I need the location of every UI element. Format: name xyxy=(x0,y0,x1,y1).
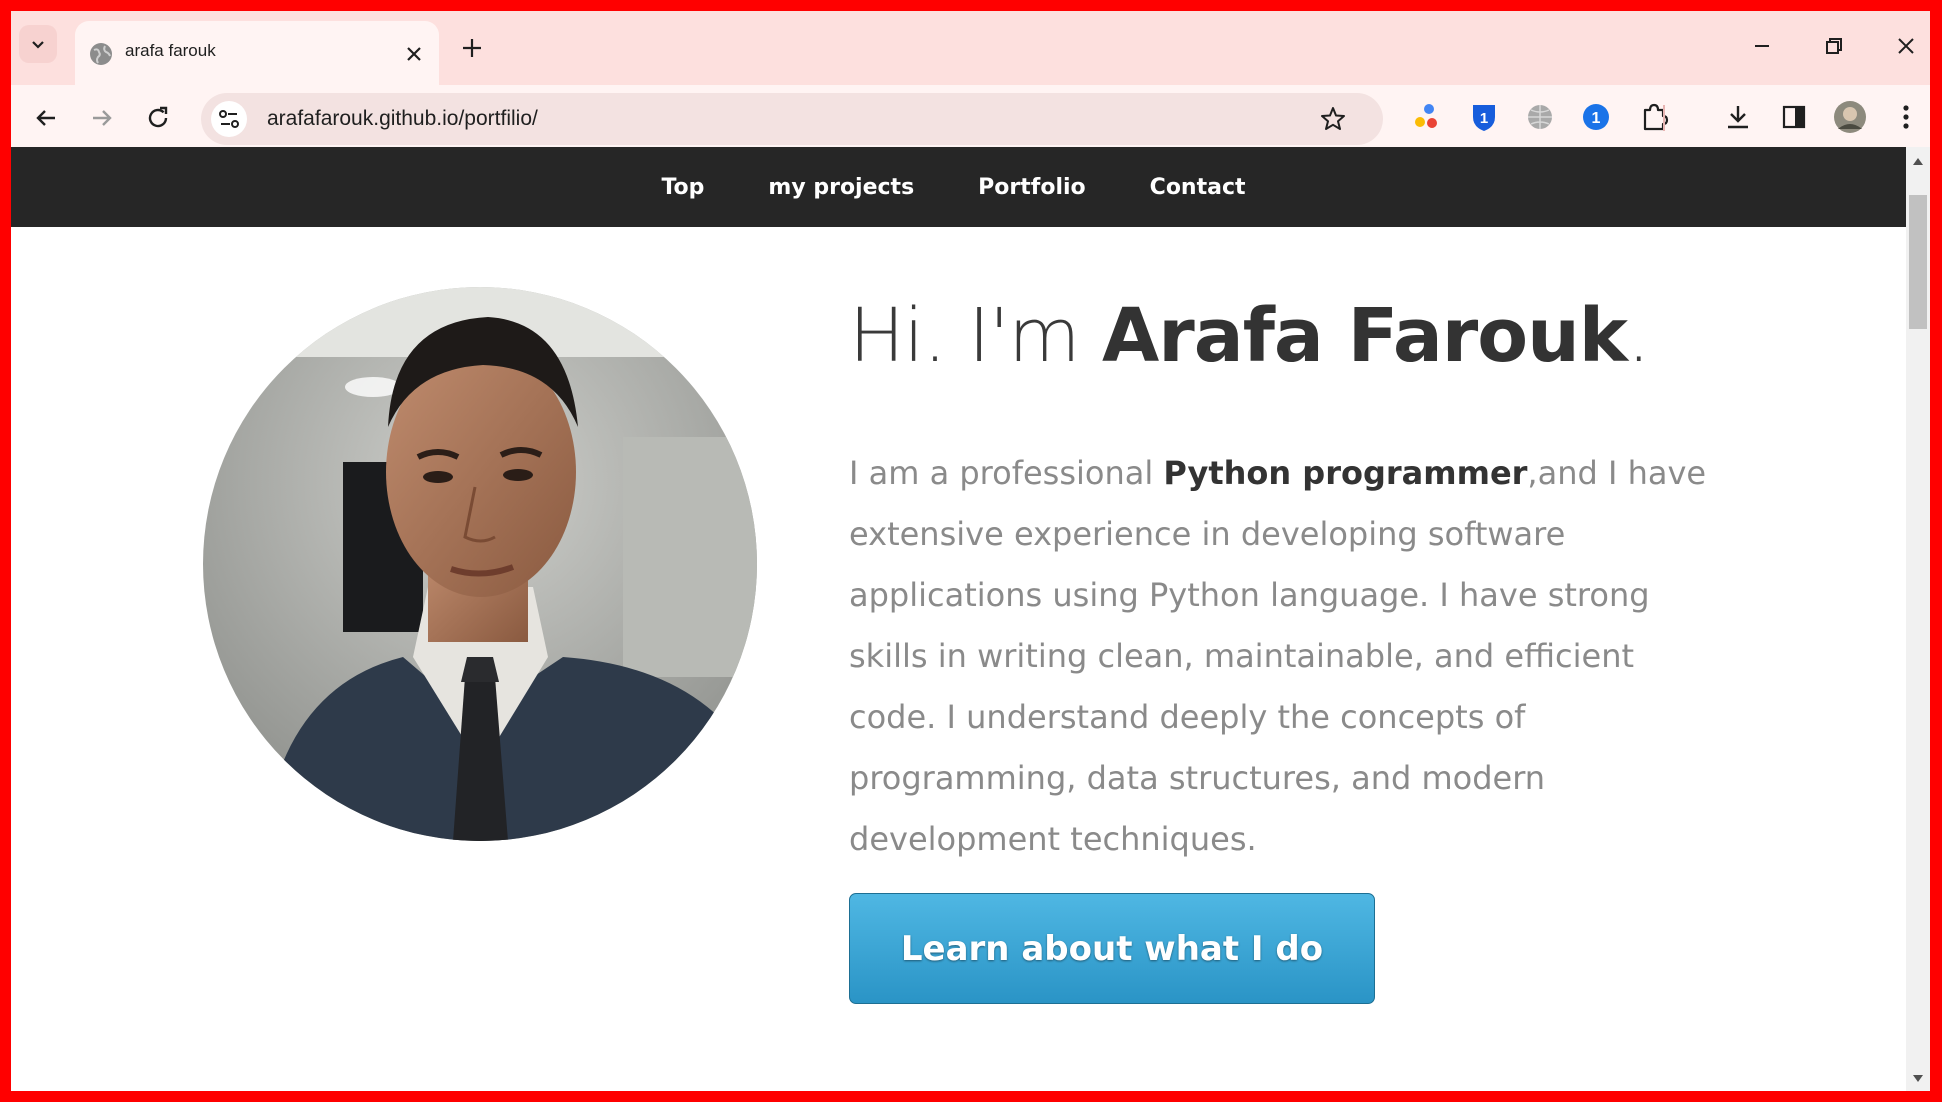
reload-icon[interactable] xyxy=(143,103,173,133)
more-menu-icon[interactable] xyxy=(1889,100,1923,134)
chevron-down-icon xyxy=(32,41,44,49)
nav-link-my-projects[interactable]: my projects xyxy=(768,175,914,200)
bio-rest: ,and I have extensive experience in deve… xyxy=(849,454,1707,858)
svg-text:1: 1 xyxy=(1480,110,1488,127)
bio-highlight: Python programmer xyxy=(1163,454,1528,492)
close-window-icon[interactable] xyxy=(1891,31,1921,61)
browser-tab[interactable]: arafa farouk xyxy=(75,21,439,85)
nav-link-top[interactable]: Top xyxy=(661,175,704,200)
scroll-up-arrow-icon[interactable] xyxy=(1911,155,1925,167)
tab-title: arafa farouk xyxy=(125,41,216,60)
close-tab-icon[interactable] xyxy=(403,43,425,65)
site-navbar: Top my projects Portfolio Contact xyxy=(11,147,1906,227)
scrollbar-thumb[interactable] xyxy=(1909,195,1927,329)
new-tab-plus-icon[interactable] xyxy=(457,33,487,63)
navbar-links: Top my projects Portfolio Contact xyxy=(11,147,1906,227)
browser-window: arafa farouk arafafarouk.github.io/portf… xyxy=(11,11,1930,1091)
profile-portrait xyxy=(203,287,757,841)
globe-favicon-icon xyxy=(90,43,112,65)
browser-toolbar: arafafarouk.github.io/portfilio/ 1 1 xyxy=(11,85,1930,147)
globe-extension-icon[interactable] xyxy=(1523,100,1557,134)
hero-bio: I am a professional Python programmer,an… xyxy=(849,443,1729,870)
site-info-button[interactable] xyxy=(211,101,247,137)
url-text[interactable]: arafafarouk.github.io/portfilio/ xyxy=(267,107,538,131)
hero-name: Arafa Farouk xyxy=(1102,293,1628,379)
profile-avatar-icon[interactable] xyxy=(1833,100,1867,134)
side-panel-icon[interactable] xyxy=(1777,100,1811,134)
nav-link-portfolio[interactable]: Portfolio xyxy=(978,175,1086,200)
page-scrollbar[interactable] xyxy=(1906,147,1930,1091)
forward-arrow-icon[interactable] xyxy=(87,103,117,133)
hero-headline: Hi. I'm Arafa Farouk. xyxy=(849,293,1651,379)
svg-text:1: 1 xyxy=(1592,110,1601,127)
tab-strip: arafa farouk xyxy=(11,11,1930,85)
bio-prefix: I am a professional xyxy=(849,454,1164,492)
bitwarden-shield-icon[interactable]: 1 xyxy=(1467,100,1501,134)
puzzle-extensions-icon[interactable] xyxy=(1637,100,1671,134)
web-page: Top my projects Portfolio Contact Hi. I'… xyxy=(11,147,1906,1091)
download-icon[interactable] xyxy=(1721,100,1755,134)
toolbar-separator xyxy=(1663,105,1665,131)
minimize-icon[interactable] xyxy=(1747,31,1777,61)
headline-period: . xyxy=(1627,293,1651,379)
learn-more-button[interactable]: Learn about what I do xyxy=(849,893,1375,1004)
colored-dots-extension-icon[interactable] xyxy=(1409,100,1443,134)
tab-search-button[interactable] xyxy=(19,25,57,63)
bookmark-star-icon[interactable] xyxy=(1319,105,1347,133)
address-bar[interactable]: arafafarouk.github.io/portfilio/ xyxy=(201,93,1383,145)
back-arrow-icon[interactable] xyxy=(31,103,61,133)
tune-settings-icon xyxy=(219,110,239,128)
restore-icon[interactable] xyxy=(1819,31,1849,61)
greeting-text: Hi. I'm xyxy=(849,293,1103,379)
scroll-down-arrow-icon[interactable] xyxy=(1911,1073,1925,1085)
blue-badge-extension-icon[interactable]: 1 xyxy=(1579,100,1613,134)
nav-link-contact[interactable]: Contact xyxy=(1150,175,1246,200)
